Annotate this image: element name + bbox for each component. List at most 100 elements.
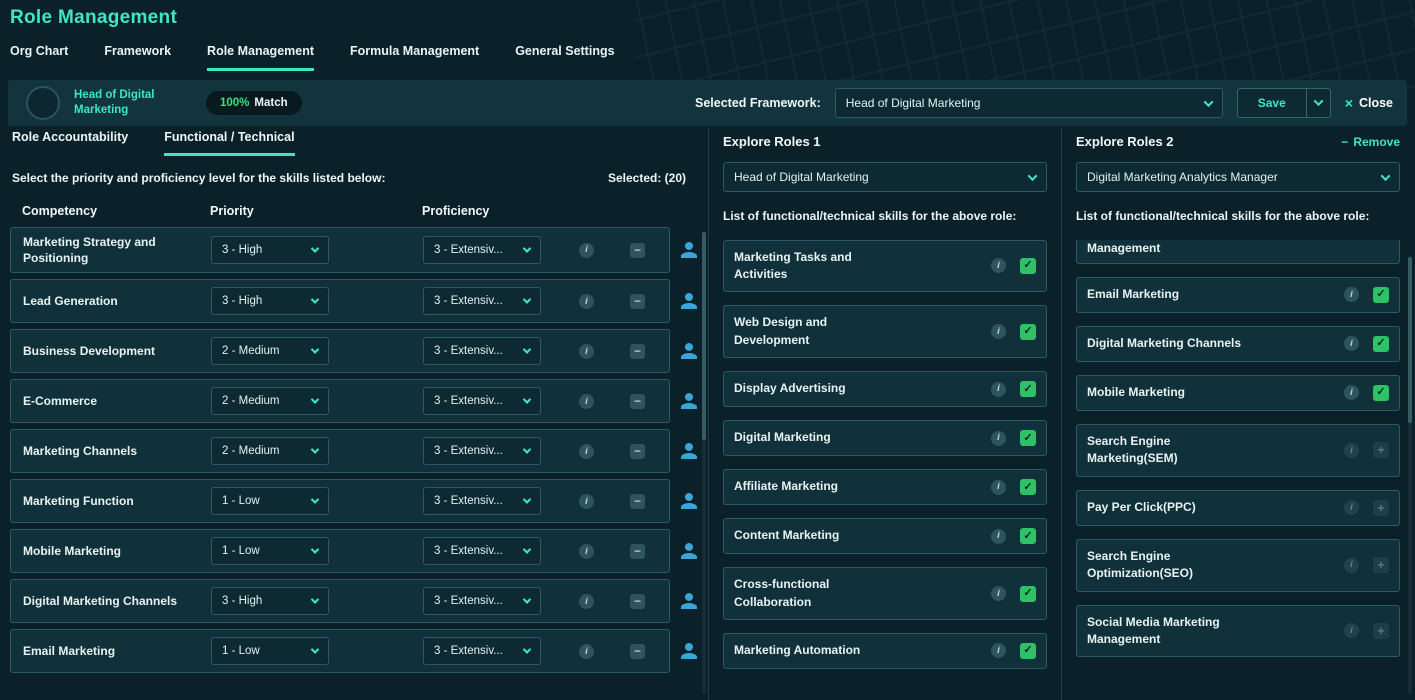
- info-icon[interactable]: i: [579, 544, 594, 559]
- assign-person-icon[interactable]: [678, 340, 700, 362]
- remove-skill-icon[interactable]: −: [630, 394, 645, 409]
- info-icon[interactable]: i: [991, 324, 1006, 339]
- assign-person-icon[interactable]: [678, 239, 700, 261]
- add-skill-icon[interactable]: +: [1373, 442, 1389, 458]
- info-icon[interactable]: i: [991, 529, 1006, 544]
- priority-select[interactable]: 3 - High: [211, 287, 329, 315]
- info-icon[interactable]: i: [991, 382, 1006, 397]
- priority-value: 3 - High: [222, 244, 262, 256]
- checkbox-checked-icon[interactable]: ✓: [1020, 324, 1036, 340]
- remove-panel-button[interactable]: − Remove: [1341, 135, 1400, 149]
- info-icon[interactable]: i: [1344, 443, 1359, 458]
- info-icon[interactable]: i: [1344, 500, 1359, 515]
- checkbox-checked-icon[interactable]: ✓: [1020, 430, 1036, 446]
- priority-select[interactable]: 2 - Medium: [211, 387, 329, 415]
- priority-select[interactable]: 2 - Medium: [211, 437, 329, 465]
- assign-person-icon[interactable]: [678, 640, 700, 662]
- remove-skill-icon[interactable]: −: [630, 594, 645, 609]
- proficiency-select[interactable]: 3 - Extensiv...: [423, 387, 541, 415]
- explore-1-role-select[interactable]: Head of Digital Marketing: [723, 162, 1047, 192]
- remove-skill-icon[interactable]: −: [630, 344, 645, 359]
- checkbox-checked-icon[interactable]: ✓: [1373, 385, 1389, 401]
- remove-skill-icon[interactable]: −: [630, 243, 645, 258]
- info-icon[interactable]: i: [579, 394, 594, 409]
- framework-select[interactable]: Head of Digital Marketing: [835, 88, 1223, 118]
- proficiency-select[interactable]: 3 - Extensiv...: [423, 537, 541, 565]
- remove-skill-icon[interactable]: −: [630, 294, 645, 309]
- save-button[interactable]: Save: [1237, 88, 1307, 118]
- remove-skill-icon[interactable]: −: [630, 644, 645, 659]
- checkbox-checked-icon[interactable]: ✓: [1020, 528, 1036, 544]
- nav-tab-general-settings[interactable]: General Settings: [515, 44, 614, 71]
- remove-skill-icon[interactable]: −: [630, 444, 645, 459]
- proficiency-select[interactable]: 3 - Extensiv...: [423, 287, 541, 315]
- skill-card: Web Design and Development i✓: [723, 305, 1047, 358]
- nav-tab-framework[interactable]: Framework: [104, 44, 171, 71]
- remove-skill-icon[interactable]: −: [630, 544, 645, 559]
- info-icon[interactable]: i: [1344, 623, 1359, 638]
- explore-2-role-select[interactable]: Digital Marketing Analytics Manager: [1076, 162, 1400, 192]
- priority-select[interactable]: 3 - High: [211, 236, 329, 264]
- checkbox-checked-icon[interactable]: ✓: [1020, 258, 1036, 274]
- checkbox-checked-icon[interactable]: ✓: [1020, 586, 1036, 602]
- competency-name: Marketing Function: [23, 493, 188, 509]
- remove-skill-icon[interactable]: −: [630, 494, 645, 509]
- info-icon[interactable]: i: [1344, 385, 1359, 400]
- info-icon[interactable]: i: [579, 444, 594, 459]
- info-icon[interactable]: i: [579, 243, 594, 258]
- proficiency-select[interactable]: 3 - Extensiv...: [423, 637, 541, 665]
- info-icon[interactable]: i: [991, 643, 1006, 658]
- info-icon[interactable]: i: [991, 480, 1006, 495]
- info-icon[interactable]: i: [579, 644, 594, 659]
- info-icon[interactable]: i: [579, 294, 594, 309]
- assign-person-icon[interactable]: [678, 390, 700, 412]
- checkbox-checked-icon[interactable]: ✓: [1020, 479, 1036, 495]
- checkbox-checked-icon[interactable]: ✓: [1020, 381, 1036, 397]
- explore-2-scrollbar[interactable]: [1408, 256, 1412, 694]
- proficiency-select[interactable]: 3 - Extensiv...: [423, 236, 541, 264]
- add-skill-icon[interactable]: +: [1373, 500, 1389, 516]
- assign-person-icon[interactable]: [678, 490, 700, 512]
- priority-select[interactable]: 1 - Low: [211, 637, 329, 665]
- checkbox-checked-icon[interactable]: ✓: [1373, 287, 1389, 303]
- add-skill-icon[interactable]: +: [1373, 557, 1389, 573]
- assign-person-icon[interactable]: [678, 440, 700, 462]
- assign-person-icon[interactable]: [678, 290, 700, 312]
- info-icon[interactable]: i: [1344, 558, 1359, 573]
- priority-select[interactable]: 1 - Low: [211, 487, 329, 515]
- remove-label: Remove: [1353, 135, 1400, 149]
- proficiency-value: 3 - Extensiv...: [434, 495, 503, 507]
- info-icon[interactable]: i: [991, 431, 1006, 446]
- info-icon[interactable]: i: [579, 344, 594, 359]
- assign-person-icon[interactable]: [678, 540, 700, 562]
- proficiency-select[interactable]: 3 - Extensiv...: [423, 437, 541, 465]
- explore-2-list-label: List of functional/technical skills for …: [1076, 209, 1400, 225]
- close-button[interactable]: × Close: [1345, 96, 1393, 110]
- tab-role-accountability[interactable]: Role Accountability: [12, 130, 128, 156]
- checkbox-checked-icon[interactable]: ✓: [1373, 336, 1389, 352]
- nav-tab-formula-management[interactable]: Formula Management: [350, 44, 479, 71]
- priority-select[interactable]: 3 - High: [211, 587, 329, 615]
- left-list-scrollbar[interactable]: [702, 232, 706, 694]
- proficiency-select[interactable]: 3 - Extensiv...: [423, 587, 541, 615]
- info-icon[interactable]: i: [1344, 336, 1359, 351]
- assign-person-icon[interactable]: [678, 590, 700, 612]
- save-dropdown-button[interactable]: [1307, 88, 1331, 118]
- priority-select[interactable]: 1 - Low: [211, 537, 329, 565]
- nav-tab-role-management[interactable]: Role Management: [207, 44, 314, 71]
- info-icon[interactable]: i: [991, 258, 1006, 273]
- checkbox-checked-icon[interactable]: ✓: [1020, 643, 1036, 659]
- nav-tab-org-chart[interactable]: Org Chart: [10, 44, 68, 71]
- explore-1-title: Explore Roles 1: [723, 134, 821, 149]
- proficiency-select[interactable]: 3 - Extensiv...: [423, 337, 541, 365]
- info-icon[interactable]: i: [579, 494, 594, 509]
- proficiency-select[interactable]: 3 - Extensiv...: [423, 487, 541, 515]
- tab-functional-technical[interactable]: Functional / Technical: [164, 130, 294, 156]
- chevron-down-icon: [311, 396, 319, 404]
- info-icon[interactable]: i: [579, 594, 594, 609]
- info-icon[interactable]: i: [991, 586, 1006, 601]
- priority-select[interactable]: 2 - Medium: [211, 337, 329, 365]
- add-skill-icon[interactable]: +: [1373, 623, 1389, 639]
- info-icon[interactable]: i: [1344, 287, 1359, 302]
- skill-card: Marketing Strategy and Positioning 3 - H…: [10, 227, 670, 273]
